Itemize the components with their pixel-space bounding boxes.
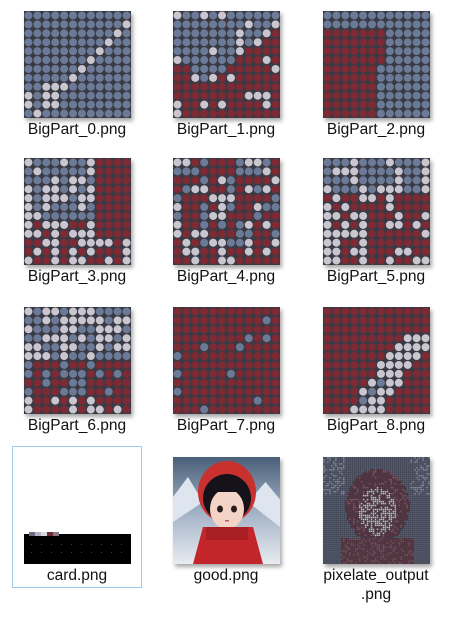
- thumbnail-image: [323, 11, 430, 118]
- file-item-card-png[interactable]: card.png: [12, 446, 142, 588]
- file-thumbnail: [24, 11, 131, 118]
- file-item-bigpart-5-png[interactable]: BigPart_5.png: [311, 147, 441, 289]
- file-item-bigpart-0-png[interactable]: BigPart_0.png: [12, 0, 142, 142]
- file-name-label: BigPart_5.png: [326, 268, 426, 285]
- file-item-bigpart-3-png[interactable]: BigPart_3.png: [12, 147, 142, 289]
- file-item-good-png[interactable]: good.png: [161, 446, 291, 588]
- file-thumbnail: [24, 457, 131, 564]
- file-thumbnail: [323, 11, 430, 118]
- thumbnail-image: [24, 307, 131, 414]
- file-item-bigpart-2-png[interactable]: BigPart_2.png: [311, 0, 441, 142]
- file-name-label: BigPart_7.png: [176, 417, 276, 434]
- file-name-label: BigPart_8.png: [326, 417, 426, 434]
- file-name-label: BigPart_2.png: [326, 121, 426, 138]
- file-thumbnail: [24, 307, 131, 414]
- file-thumbnail: [173, 457, 280, 564]
- thumbnail-image: [173, 158, 280, 265]
- file-name-label: BigPart_0.png: [27, 121, 127, 138]
- file-name-line: .png: [360, 586, 392, 603]
- file-name-label: card.png: [46, 567, 108, 584]
- file-name-label: BigPart_1.png: [176, 121, 276, 138]
- thumbnail-image: [173, 307, 280, 414]
- file-name-label: BigPart_4.png: [176, 268, 276, 285]
- file-item-bigpart-4-png[interactable]: BigPart_4.png: [161, 147, 291, 289]
- thumbnail-image: [323, 158, 430, 265]
- thumbnail-image: [24, 457, 131, 564]
- file-thumbnail: [323, 158, 430, 265]
- file-thumbnail: [173, 11, 280, 118]
- file-name-label: pixelate_output .png: [312, 566, 440, 604]
- file-explorer-icon-view: { "files": [ {"name": "BigPart_0.png", "…: [0, 0, 460, 641]
- thumbnail-image: [323, 307, 430, 414]
- file-thumbnail: [323, 457, 430, 564]
- file-thumbnail: [323, 307, 430, 414]
- file-thumbnail: [173, 158, 280, 265]
- file-item-bigpart-7-png[interactable]: BigPart_7.png: [161, 296, 291, 438]
- file-name-label: BigPart_3.png: [27, 268, 127, 285]
- file-name-line: pixelate_output: [323, 567, 429, 584]
- file-thumbnail: [173, 307, 280, 414]
- thumbnail-image: [173, 11, 280, 118]
- file-thumbnail: [24, 158, 131, 265]
- file-name-label: good.png: [193, 567, 259, 584]
- thumbnail-image: [24, 11, 131, 118]
- thumbnail-image: [323, 457, 430, 564]
- file-name-label: BigPart_6.png: [27, 417, 127, 434]
- file-item-bigpart-1-png[interactable]: BigPart_1.png: [161, 0, 291, 142]
- file-item-bigpart-6-png[interactable]: BigPart_6.png: [12, 296, 142, 438]
- file-item-bigpart-8-png[interactable]: BigPart_8.png: [311, 296, 441, 438]
- thumbnail-image: [24, 158, 131, 265]
- file-item-pixelate-output-png[interactable]: pixelate_output .png: [311, 446, 441, 603]
- thumbnail-image: [173, 457, 280, 564]
